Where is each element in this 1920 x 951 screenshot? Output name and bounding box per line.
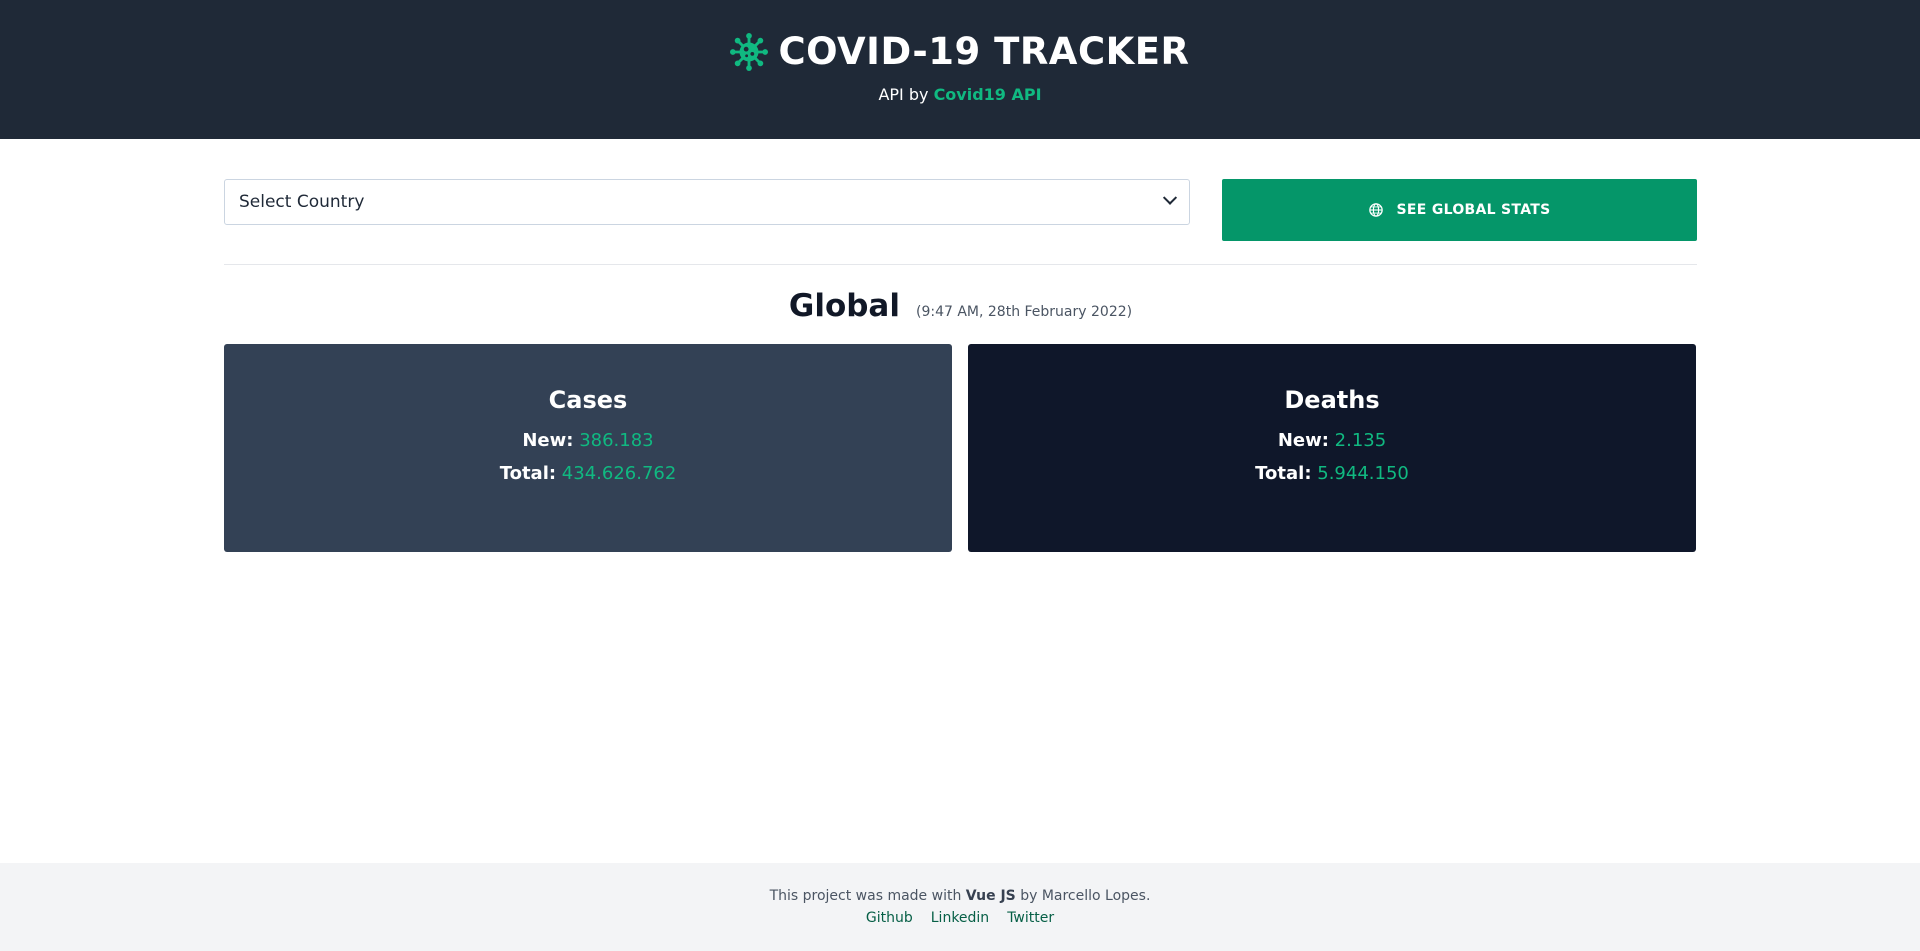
twitter-link[interactable]: Twitter	[1007, 910, 1054, 926]
see-global-stats-button[interactable]: SEE GLOBAL STATS	[1222, 179, 1697, 241]
cases-total-label: Total:	[499, 463, 557, 484]
see-global-stats-label: SEE GLOBAL STATS	[1396, 202, 1551, 218]
cases-card: Cases New: 386.183 Total: 434.626.762	[224, 344, 952, 552]
virus-icon	[730, 32, 769, 71]
main-content: Select Country SEE GLOBAL STATS Global (…	[224, 179, 1697, 552]
api-link[interactable]: Covid19 API	[934, 85, 1042, 104]
cases-new-value: 386.183	[579, 430, 654, 451]
footer-credit: This project was made with Vue JS by Mar…	[770, 888, 1151, 904]
linkedin-link[interactable]: Linkedin	[931, 910, 989, 926]
brand: COVID-19 TRACKER	[730, 30, 1189, 73]
cases-card-title: Cases	[548, 386, 628, 414]
cases-new-stat: New: 386.183	[522, 430, 653, 451]
footer-credit-suffix: by Marcello Lopes.	[1020, 888, 1151, 904]
chevron-down-icon	[1162, 190, 1178, 205]
page-title: COVID-19 TRACKER	[778, 30, 1190, 73]
site-header: COVID-19 TRACKER API by Covid19 API	[0, 0, 1920, 139]
section-title: Global	[788, 288, 900, 324]
footer-credit-prefix: This project was made with	[769, 888, 962, 904]
deaths-card-title: Deaths	[1284, 386, 1380, 414]
github-link[interactable]: Github	[866, 910, 913, 926]
site-footer: This project was made with Vue JS by Mar…	[0, 863, 1920, 951]
deaths-card: Deaths New: 2.135 Total: 5.944.150	[968, 344, 1696, 552]
section-heading: Global (9:47 AM, 28th February 2022)	[224, 288, 1697, 324]
globe-icon	[1368, 203, 1383, 217]
api-credit: API by Covid19 API	[878, 85, 1041, 104]
deaths-new-stat: New: 2.135	[1278, 430, 1386, 451]
cases-total-stat: Total: 434.626.762	[500, 463, 677, 484]
api-credit-prefix: API by	[878, 85, 929, 104]
deaths-total-value: 5.944.150	[1317, 463, 1409, 484]
last-updated-timestamp: (9:47 AM, 28th February 2022)	[915, 304, 1133, 320]
country-select-value: Select Country	[239, 192, 365, 212]
stats-cards: Cases New: 386.183 Total: 434.626.762 De…	[224, 344, 1697, 552]
country-select[interactable]: Select Country	[224, 179, 1191, 225]
footer-links: Github Linkedin Twitter	[866, 910, 1054, 926]
controls-row: Select Country SEE GLOBAL STATS	[224, 179, 1697, 241]
deaths-new-value: 2.135	[1334, 430, 1387, 451]
divider	[224, 264, 1697, 265]
footer-framework: Vue JS	[965, 888, 1016, 904]
deaths-total-stat: Total: 5.944.150	[1255, 463, 1409, 484]
cases-total-value: 434.626.762	[561, 463, 677, 484]
cases-new-label: New:	[522, 430, 574, 451]
deaths-new-label: New:	[1277, 430, 1329, 451]
deaths-total-label: Total:	[1255, 463, 1312, 484]
